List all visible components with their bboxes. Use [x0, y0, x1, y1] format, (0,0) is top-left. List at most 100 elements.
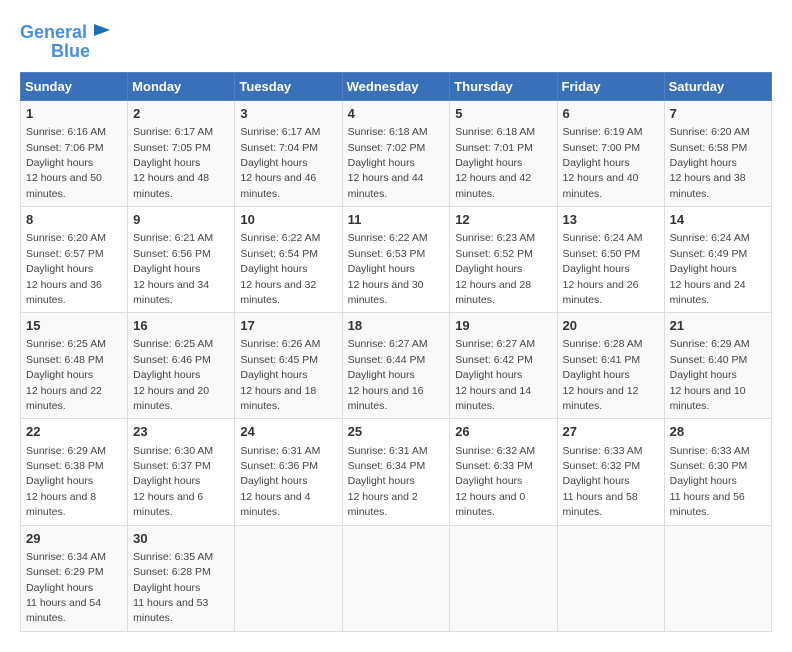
- calendar-cell-8: 8 Sunrise: 6:20 AM Sunset: 6:57 PM Dayli…: [21, 207, 128, 313]
- daylight-duration: 12 hours and 0 minutes.: [455, 491, 525, 518]
- daylight-label: Daylight hours: [133, 475, 200, 487]
- daylight-label: Daylight hours: [133, 263, 200, 275]
- day-number: 12: [455, 211, 551, 229]
- sunset-text: Sunset: 6:41 PM: [563, 354, 641, 366]
- daylight-duration: 12 hours and 8 minutes.: [26, 491, 96, 518]
- daylight-label: Daylight hours: [26, 582, 93, 594]
- sunrise-text: Sunrise: 6:22 AM: [240, 232, 320, 244]
- calendar-cell-6: 6 Sunrise: 6:19 AM Sunset: 7:00 PM Dayli…: [557, 101, 664, 207]
- sunset-text: Sunset: 7:06 PM: [26, 142, 104, 154]
- day-number: 17: [240, 317, 336, 335]
- sunset-text: Sunset: 6:34 PM: [348, 460, 426, 472]
- sunset-text: Sunset: 6:32 PM: [563, 460, 641, 472]
- daylight-label: Daylight hours: [348, 369, 415, 381]
- sunrise-text: Sunrise: 6:30 AM: [133, 445, 213, 457]
- sunrise-text: Sunrise: 6:28 AM: [563, 338, 643, 350]
- sunrise-text: Sunrise: 6:29 AM: [26, 445, 106, 457]
- daylight-duration: 12 hours and 36 minutes.: [26, 279, 102, 306]
- sunrise-text: Sunrise: 6:33 AM: [670, 445, 750, 457]
- sunset-text: Sunset: 6:40 PM: [670, 354, 748, 366]
- calendar-cell-16: 16 Sunrise: 6:25 AM Sunset: 6:46 PM Dayl…: [128, 313, 235, 419]
- daylight-label: Daylight hours: [348, 475, 415, 487]
- sunrise-text: Sunrise: 6:27 AM: [455, 338, 535, 350]
- calendar-cell-23: 23 Sunrise: 6:30 AM Sunset: 6:37 PM Dayl…: [128, 419, 235, 525]
- logo-text: General: [20, 23, 87, 43]
- daylight-label: Daylight hours: [26, 369, 93, 381]
- daylight-duration: 12 hours and 32 minutes.: [240, 279, 316, 306]
- daylight-duration: 12 hours and 30 minutes.: [348, 279, 424, 306]
- sunset-text: Sunset: 6:53 PM: [348, 248, 426, 260]
- calendar-cell-12: 12 Sunrise: 6:23 AM Sunset: 6:52 PM Dayl…: [450, 207, 557, 313]
- sunset-text: Sunset: 6:46 PM: [133, 354, 211, 366]
- calendar-cell-10: 10 Sunrise: 6:22 AM Sunset: 6:54 PM Dayl…: [235, 207, 342, 313]
- daylight-label: Daylight hours: [563, 369, 630, 381]
- daylight-label: Daylight hours: [26, 263, 93, 275]
- daylight-duration: 12 hours and 4 minutes.: [240, 491, 310, 518]
- calendar-cell-2: 2 Sunrise: 6:17 AM Sunset: 7:05 PM Dayli…: [128, 101, 235, 207]
- day-number: 29: [26, 530, 122, 548]
- logo: General Blue: [20, 20, 112, 62]
- weekday-header-thursday: Thursday: [450, 73, 557, 101]
- daylight-label: Daylight hours: [133, 369, 200, 381]
- calendar-cell-21: 21 Sunrise: 6:29 AM Sunset: 6:40 PM Dayl…: [664, 313, 771, 419]
- calendar-cell-22: 22 Sunrise: 6:29 AM Sunset: 6:38 PM Dayl…: [21, 419, 128, 525]
- sunset-text: Sunset: 6:52 PM: [455, 248, 533, 260]
- day-number: 5: [455, 105, 551, 123]
- day-number: 1: [26, 105, 122, 123]
- sunset-text: Sunset: 6:57 PM: [26, 248, 104, 260]
- daylight-label: Daylight hours: [455, 263, 522, 275]
- daylight-label: Daylight hours: [563, 475, 630, 487]
- daylight-label: Daylight hours: [670, 369, 737, 381]
- sunrise-text: Sunrise: 6:34 AM: [26, 551, 106, 563]
- sunset-text: Sunset: 6:37 PM: [133, 460, 211, 472]
- sunrise-text: Sunrise: 6:20 AM: [26, 232, 106, 244]
- daylight-label: Daylight hours: [133, 582, 200, 594]
- day-number: 22: [26, 423, 122, 441]
- day-number: 20: [563, 317, 659, 335]
- sunset-text: Sunset: 6:29 PM: [26, 566, 104, 578]
- calendar-cell-24: 24 Sunrise: 6:31 AM Sunset: 6:36 PM Dayl…: [235, 419, 342, 525]
- calendar-cell-9: 9 Sunrise: 6:21 AM Sunset: 6:56 PM Dayli…: [128, 207, 235, 313]
- calendar-cell-5: 5 Sunrise: 6:18 AM Sunset: 7:01 PM Dayli…: [450, 101, 557, 207]
- day-number: 3: [240, 105, 336, 123]
- sunset-text: Sunset: 6:54 PM: [240, 248, 318, 260]
- daylight-duration: 12 hours and 16 minutes.: [348, 385, 424, 412]
- sunrise-text: Sunrise: 6:35 AM: [133, 551, 213, 563]
- daylight-label: Daylight hours: [348, 157, 415, 169]
- logo-blue: Blue: [51, 41, 90, 62]
- calendar-cell-7: 7 Sunrise: 6:20 AM Sunset: 6:58 PM Dayli…: [664, 101, 771, 207]
- sunset-text: Sunset: 6:48 PM: [26, 354, 104, 366]
- calendar-cell-18: 18 Sunrise: 6:27 AM Sunset: 6:44 PM Dayl…: [342, 313, 450, 419]
- day-number: 16: [133, 317, 229, 335]
- daylight-label: Daylight hours: [26, 157, 93, 169]
- calendar-cell-14: 14 Sunrise: 6:24 AM Sunset: 6:49 PM Dayl…: [664, 207, 771, 313]
- daylight-label: Daylight hours: [455, 157, 522, 169]
- day-number: 25: [348, 423, 445, 441]
- calendar-table: SundayMondayTuesdayWednesdayThursdayFrid…: [20, 72, 772, 632]
- daylight-label: Daylight hours: [240, 475, 307, 487]
- sunrise-text: Sunrise: 6:24 AM: [563, 232, 643, 244]
- sunset-text: Sunset: 7:01 PM: [455, 142, 533, 154]
- calendar-cell-27: 27 Sunrise: 6:33 AM Sunset: 6:32 PM Dayl…: [557, 419, 664, 525]
- empty-cell: [557, 525, 664, 631]
- sunrise-text: Sunrise: 6:21 AM: [133, 232, 213, 244]
- sunset-text: Sunset: 7:00 PM: [563, 142, 641, 154]
- daylight-duration: 12 hours and 12 minutes.: [563, 385, 639, 412]
- calendar-cell-30: 30 Sunrise: 6:35 AM Sunset: 6:28 PM Dayl…: [128, 525, 235, 631]
- sunrise-text: Sunrise: 6:20 AM: [670, 126, 750, 138]
- daylight-duration: 12 hours and 48 minutes.: [133, 172, 209, 199]
- calendar-cell-15: 15 Sunrise: 6:25 AM Sunset: 6:48 PM Dayl…: [21, 313, 128, 419]
- daylight-label: Daylight hours: [240, 157, 307, 169]
- sunset-text: Sunset: 6:42 PM: [455, 354, 533, 366]
- daylight-label: Daylight hours: [563, 263, 630, 275]
- empty-cell: [235, 525, 342, 631]
- daylight-duration: 12 hours and 26 minutes.: [563, 279, 639, 306]
- day-number: 13: [563, 211, 659, 229]
- sunset-text: Sunset: 7:04 PM: [240, 142, 318, 154]
- daylight-duration: 12 hours and 50 minutes.: [26, 172, 102, 199]
- daylight-duration: 11 hours and 58 minutes.: [563, 491, 638, 518]
- daylight-duration: 12 hours and 46 minutes.: [240, 172, 316, 199]
- daylight-duration: 12 hours and 22 minutes.: [26, 385, 102, 412]
- calendar-cell-28: 28 Sunrise: 6:33 AM Sunset: 6:30 PM Dayl…: [664, 419, 771, 525]
- calendar-cell-20: 20 Sunrise: 6:28 AM Sunset: 6:41 PM Dayl…: [557, 313, 664, 419]
